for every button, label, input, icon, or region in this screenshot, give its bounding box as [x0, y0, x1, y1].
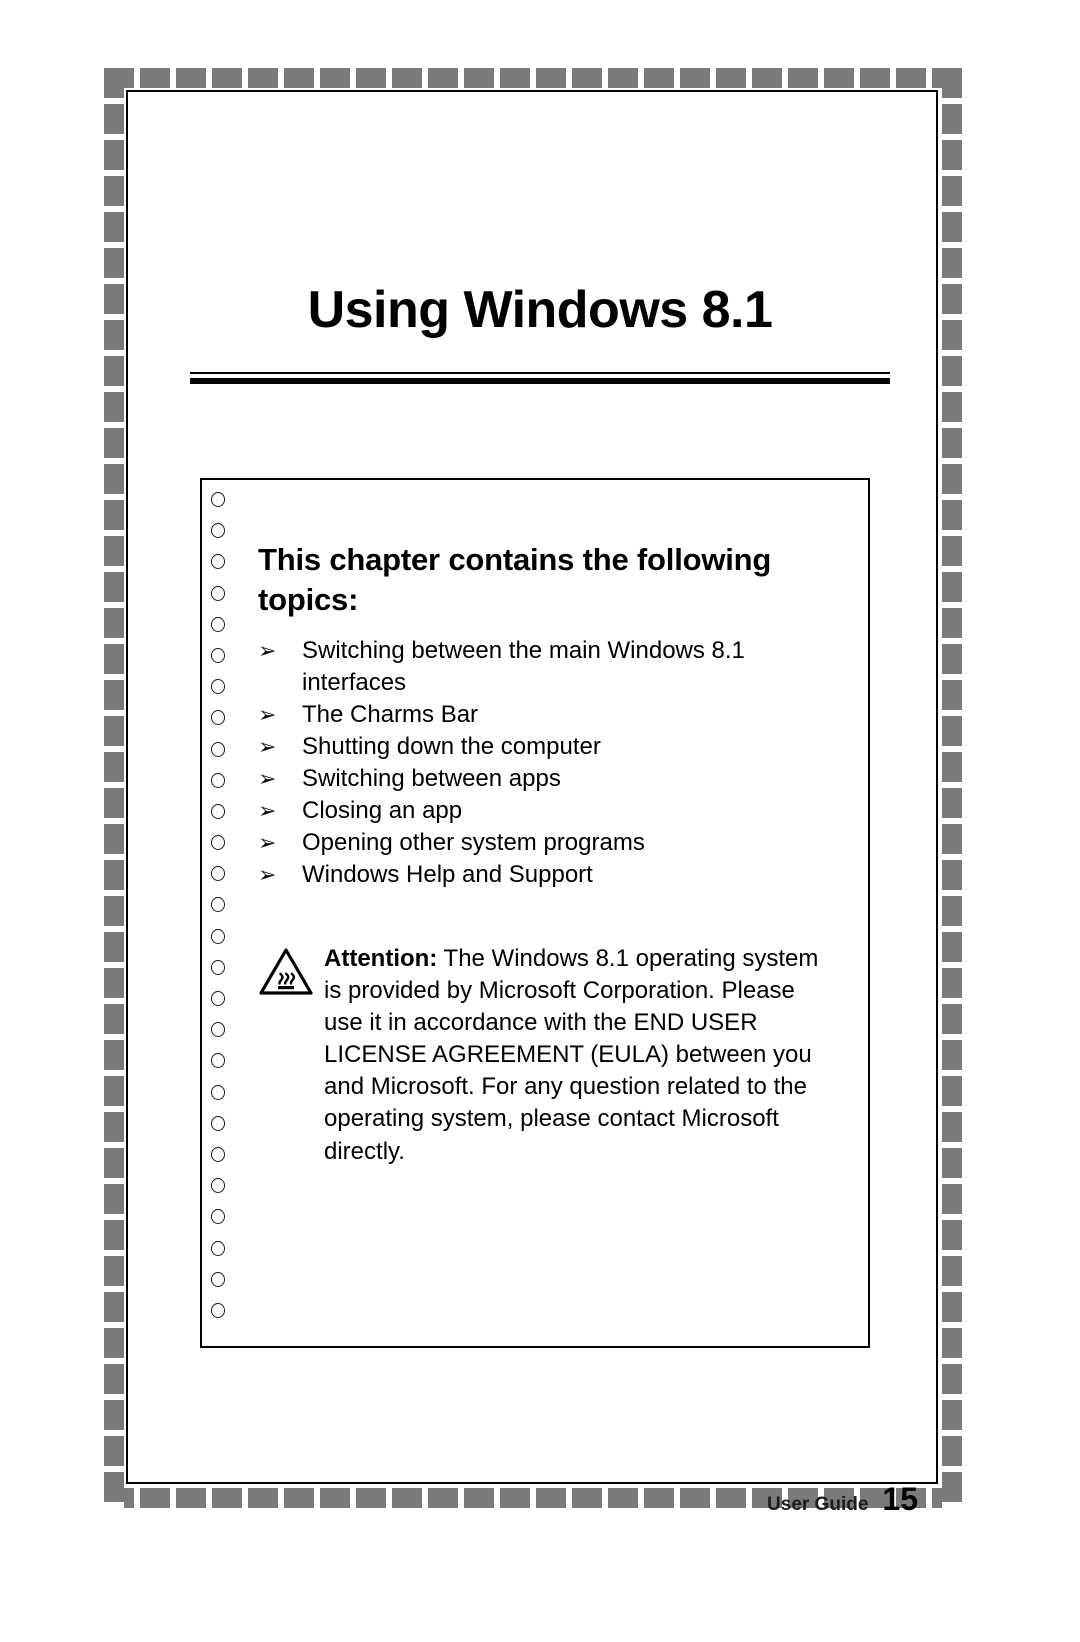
warning-hot-surface-triangle-icon — [258, 943, 324, 1002]
punch-hole-icon — [211, 897, 225, 913]
punch-hole-icon — [211, 1271, 225, 1287]
punch-hole-icon — [211, 866, 225, 882]
attention-notice: Attention: The Windows 8.1 operating sys… — [258, 943, 828, 1168]
arrow-bullet-icon: ➢ — [258, 829, 277, 855]
page-number: 15 — [882, 1481, 918, 1517]
page: Using Windows 8.1 This chapter contains … — [0, 0, 1080, 1642]
arrow-bullet-icon: ➢ — [258, 861, 277, 887]
list-item: ➢ Opening other system programs — [258, 827, 828, 859]
topic-list: ➢ Switching between the main Windows 8.1… — [258, 635, 828, 890]
punch-hole-icon — [211, 991, 225, 1006]
decorative-border-left — [104, 68, 124, 1508]
punch-hole-icon — [211, 1022, 225, 1038]
list-item-label: Opening other system programs — [302, 828, 645, 856]
punch-hole-icon — [211, 492, 225, 507]
punch-hole-icon — [211, 1178, 225, 1194]
list-item-label: Switching between apps — [302, 764, 561, 792]
arrow-bullet-icon: ➢ — [258, 638, 277, 664]
punch-hole-icon — [211, 710, 225, 726]
punch-hole-icon — [211, 959, 225, 975]
title-divider-thick-line — [190, 378, 890, 384]
list-item: ➢ Shutting down the computer — [258, 731, 828, 763]
footer-label: User Guide — [767, 1494, 869, 1515]
punch-hole-icon — [211, 585, 225, 601]
decorative-border-top — [104, 68, 962, 88]
list-item: ➢ Windows Help and Support — [258, 859, 828, 891]
list-item-label: Windows Help and Support — [302, 860, 593, 888]
punch-hole-icon — [211, 803, 225, 819]
list-item-label: The Charms Bar — [302, 701, 479, 729]
list-item-label: Shutting down the computer — [302, 733, 601, 761]
chapter-summary-heading: This chapter contains the following topi… — [258, 542, 772, 617]
punch-hole-icon — [211, 523, 225, 539]
list-item: ➢ Switching between apps — [258, 763, 828, 795]
decorative-border-right — [942, 68, 962, 1508]
attention-label: Attention: — [324, 944, 438, 972]
punch-hole-icon — [211, 1240, 225, 1256]
arrow-bullet-icon: ➢ — [258, 702, 277, 728]
list-item: ➢ Switching between the main Windows 8.1… — [258, 635, 828, 699]
arrow-bullet-icon: ➢ — [258, 765, 277, 791]
punch-hole-icon — [211, 772, 225, 788]
punch-hole-icon — [211, 741, 225, 757]
punch-hole-icon — [211, 616, 225, 632]
title-divider — [190, 372, 890, 384]
punch-hole-icon — [211, 554, 225, 570]
punch-hole-icon — [211, 835, 225, 851]
list-item: ➢ Closing an app — [258, 795, 828, 827]
punch-hole-icon — [211, 647, 225, 663]
arrow-bullet-icon: ➢ — [258, 797, 277, 823]
page-footer: User Guide 15 — [767, 1481, 918, 1518]
punch-hole-column — [211, 492, 231, 1332]
punch-hole-icon — [211, 1209, 225, 1225]
punch-hole-icon — [211, 1115, 225, 1131]
list-item-label: Switching between the main Windows 8.1 i… — [302, 637, 745, 697]
punch-hole-icon — [211, 679, 225, 695]
punch-hole-icon — [211, 1146, 225, 1162]
list-item: ➢ The Charms Bar — [258, 699, 828, 731]
list-item-label: Closing an app — [302, 796, 463, 824]
attention-text: The Windows 8.1 operating system is prov… — [324, 944, 819, 1165]
chapter-summary-content: This chapter contains the following topi… — [258, 540, 828, 1168]
punch-hole-icon — [211, 1302, 225, 1318]
punch-hole-icon — [211, 1053, 225, 1069]
punch-hole-icon — [211, 928, 225, 944]
page-title: Using Windows 8.1 — [307, 281, 773, 339]
attention-text-block: Attention: The Windows 8.1 operating sys… — [324, 943, 828, 1168]
punch-hole-icon — [211, 1084, 225, 1100]
arrow-bullet-icon: ➢ — [258, 734, 277, 760]
